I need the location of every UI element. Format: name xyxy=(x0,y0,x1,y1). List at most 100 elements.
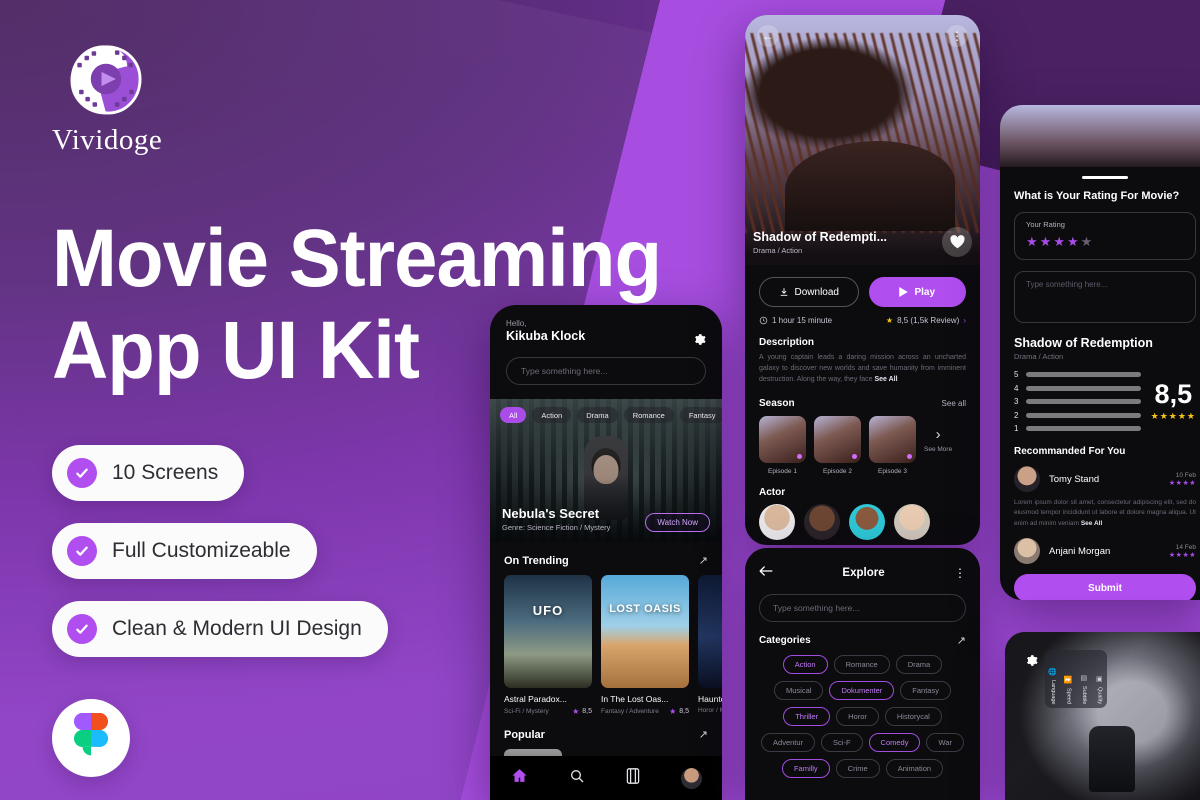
submit-button[interactable]: Submit xyxy=(1014,574,1196,600)
avatar xyxy=(1014,538,1040,565)
description-title: Description xyxy=(759,337,815,348)
feature-badge-label: Clean & Modern UI Design xyxy=(112,616,362,640)
menu-item-speed[interactable]: Speed ⏩ xyxy=(1061,650,1077,708)
play-icon xyxy=(899,287,909,297)
movie-detail-screen-mockup: ← ⋮ Shadow of Redempti... Drama / Action… xyxy=(745,15,980,545)
kebab-menu-icon[interactable]: ⋮ xyxy=(946,25,968,47)
review-date-block: 10 Feb ★★★★ xyxy=(1169,472,1196,487)
category-chip-historycal[interactable]: Historycal xyxy=(884,707,942,726)
category-chip-thriller[interactable]: Thriller xyxy=(783,707,831,726)
marketing-column: Vividoge Movie Streaming App UI Kit 10 S… xyxy=(52,36,752,777)
category-chip-comedy[interactable]: Comedy xyxy=(868,733,921,752)
arrow-left-icon[interactable] xyxy=(759,564,773,582)
detail-genre: Drama / Action xyxy=(753,245,803,255)
rating-bar-row: 2 xyxy=(1014,411,1141,420)
actor-title: Actor xyxy=(759,486,786,498)
menu-item-quality[interactable]: Quality ▣ xyxy=(1092,650,1108,708)
your-rating-label: Your Rating xyxy=(1026,220,1065,229)
star-icon[interactable]: ★ xyxy=(1053,234,1067,249)
feature-badge: Full Customizeable xyxy=(52,522,317,579)
score-stars: ★★★★★ xyxy=(1150,411,1196,421)
comment-textarea[interactable]: Type something here... xyxy=(1014,271,1196,323)
category-row: Action Romance Drama xyxy=(757,655,968,674)
explore-title: Explore xyxy=(842,567,885,579)
explore-header: Explore ⋮ xyxy=(745,548,980,582)
see-all-link[interactable]: See All xyxy=(874,376,897,383)
chevron-right-icon[interactable]: › xyxy=(963,316,966,325)
feature-badge: Clean & Modern UI Design xyxy=(52,600,388,657)
category-chip-animation[interactable]: Animation xyxy=(885,759,944,778)
your-rating-field[interactable]: Your Rating ★★★★★ xyxy=(1014,212,1196,260)
rating-bar-label: 2 xyxy=(1014,410,1019,420)
menu-item-label: Speed xyxy=(1065,688,1072,704)
avatar xyxy=(1014,466,1040,492)
menu-item-language[interactable]: Language 🌐 xyxy=(1045,650,1061,708)
review-see-all-link[interactable]: See All xyxy=(1081,520,1102,527)
episode-thumbnail xyxy=(869,415,916,463)
rating-block[interactable]: ★ 8,5 (1,5k Review) › xyxy=(886,316,966,325)
player-subject xyxy=(1088,726,1135,793)
comment-placeholder: Type something here... xyxy=(1026,280,1108,289)
review-stars: ★★★★ xyxy=(1168,479,1196,487)
category-chip-adventur[interactable]: Adventur xyxy=(761,733,816,752)
season-see-all-link[interactable]: See all xyxy=(942,399,966,408)
explore-search-input[interactable]: Type something here... xyxy=(759,594,966,622)
rating-screen-mockup: What is Your Rating For Movie? Your Rati… xyxy=(1000,105,1200,600)
arrow-up-right-icon[interactable]: ↗ xyxy=(957,634,966,647)
category-chip-fantasy[interactable]: Fantasy xyxy=(900,681,951,700)
heart-icon[interactable] xyxy=(942,227,972,257)
rating-bar-track xyxy=(1026,412,1141,418)
avatar[interactable] xyxy=(804,503,840,540)
avatar[interactable] xyxy=(894,503,930,540)
avatar[interactable] xyxy=(759,503,795,540)
check-circle-icon xyxy=(67,457,97,488)
star-icon[interactable]: ★ xyxy=(1026,234,1040,249)
menu-item-subtitle[interactable]: Subtitle ▤ xyxy=(1076,650,1092,708)
reviewer-name: Tomy Stand xyxy=(1049,473,1100,485)
review-item: Tomy Stand 10 Feb ★★★★ xyxy=(1000,457,1200,492)
feature-badge-label: 10 Screens xyxy=(112,460,219,484)
star-rating-input[interactable]: ★★★★★ xyxy=(1026,234,1184,250)
headline-line-2: App UI Kit xyxy=(52,304,420,396)
star-icon[interactable]: ★ xyxy=(1067,234,1081,249)
star-icon[interactable]: ★ xyxy=(1040,234,1054,249)
star-icon[interactable]: ★ xyxy=(1081,234,1095,249)
rating-bar-row: 4 xyxy=(1014,384,1141,393)
subtitle-icon: ▤ xyxy=(1080,674,1088,682)
actor-list xyxy=(745,498,980,540)
category-chip-war[interactable]: War xyxy=(926,733,964,752)
rating-bars: 5 4 3 2 1 xyxy=(1014,370,1141,433)
check-circle-icon xyxy=(67,535,97,566)
category-chip-sci-f[interactable]: Sci-F xyxy=(821,733,863,752)
kebab-menu-icon[interactable]: ⋮ xyxy=(954,566,966,580)
see-more-button[interactable]: › See More xyxy=(924,416,952,453)
episode-thumbnail xyxy=(759,415,806,463)
rating-bar-row: 1 xyxy=(1014,424,1141,433)
season-header: Season See all xyxy=(759,398,966,409)
episode-label: Episode 1 xyxy=(768,467,797,475)
episode-item[interactable]: Episode 1 xyxy=(759,415,806,475)
download-button[interactable]: Download xyxy=(759,277,859,307)
category-chip-familly[interactable]: Familly xyxy=(781,759,830,778)
gear-icon[interactable] xyxy=(1025,654,1038,672)
video-player-screen-mockup: Language 🌐 Speed ⏩ Subtitle ▤ Quality ▣ xyxy=(1005,632,1200,800)
category-chip-crime[interactable]: Crime xyxy=(835,759,880,778)
category-chip-horor[interactable]: Horor xyxy=(836,707,879,726)
play-button[interactable]: Play xyxy=(868,277,966,307)
review-date-block: 14 Feb ★★★★ xyxy=(1169,544,1196,559)
rating-question: What is Your Rating For Movie? xyxy=(1014,190,1180,202)
brand-name: Vividoge xyxy=(52,124,163,156)
episode-item[interactable]: Episode 2 xyxy=(814,415,861,475)
category-chip-romance[interactable]: Romance xyxy=(833,655,890,674)
duration-block: 1 hour 15 minute xyxy=(759,316,832,325)
category-row: Familly Crime Animation xyxy=(757,759,968,778)
category-chip-dokumenter[interactable]: Dokumenter xyxy=(829,681,895,700)
episode-item[interactable]: Episode 3 xyxy=(869,415,916,475)
category-chip-action[interactable]: Action xyxy=(782,655,828,674)
arrow-left-icon[interactable]: ← xyxy=(757,25,779,47)
avatar[interactable] xyxy=(849,503,885,540)
episode-list: Episode 1 Episode 2 Episode 3 › See More xyxy=(745,409,980,475)
category-chip-drama[interactable]: Drama xyxy=(895,655,943,674)
category-chip-musical[interactable]: Musical xyxy=(774,681,824,700)
rating-bar-track xyxy=(1026,385,1141,391)
